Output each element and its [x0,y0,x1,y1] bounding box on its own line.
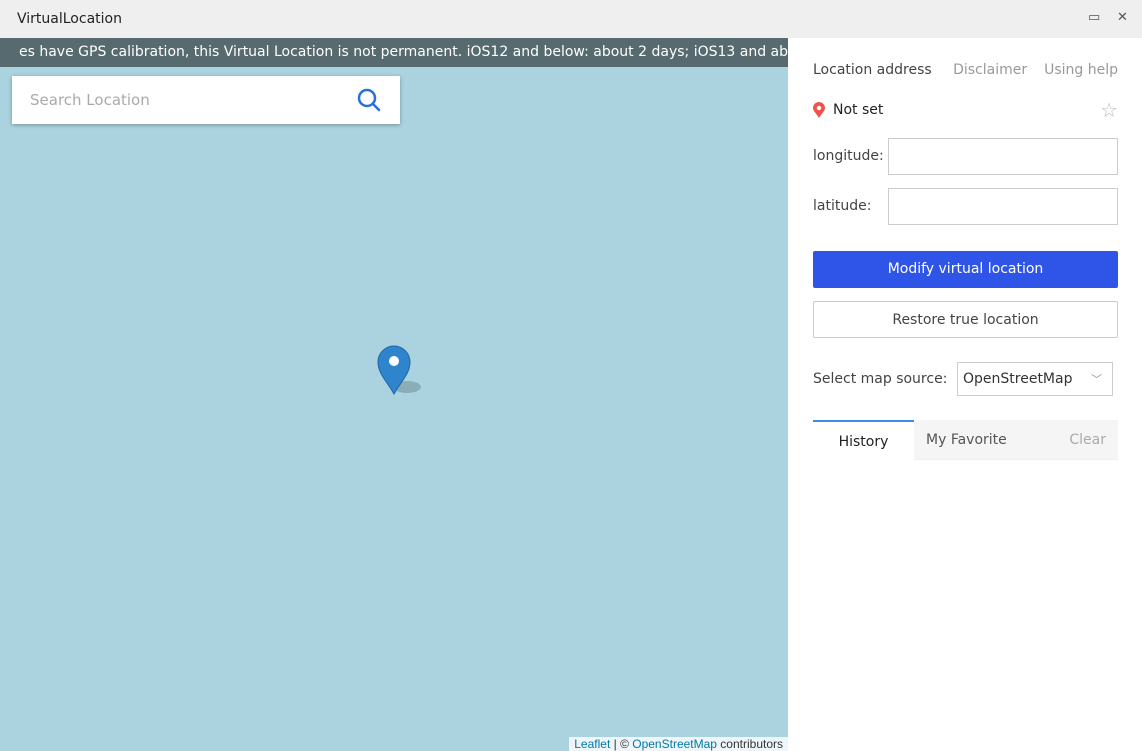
longitude-label: longitude: [813,148,884,164]
disclaimer-link[interactable]: Disclaimer [953,62,1027,78]
info-banner: es have GPS calibration, this Virtual Lo… [0,38,788,67]
latitude-input[interactable] [888,188,1118,225]
chevron-down-icon: ﹀ [1091,373,1102,386]
title-bar: VirtualLocation ▭ ✕ [0,0,1142,38]
longitude-input[interactable] [888,138,1118,175]
map-source-value: OpenStreetMap [963,371,1073,387]
map-source-label: Select map source: [813,371,948,387]
clear-button[interactable]: Clear [1069,420,1106,460]
control-panel: Location address Disclaimer Using help N… [788,38,1142,751]
leaflet-link[interactable]: Leaflet [574,737,610,751]
favorite-star-icon[interactable]: ☆ [1100,98,1118,122]
restore-location-button[interactable]: Restore true location [813,301,1118,338]
tab-my-favorite[interactable]: My Favorite [926,420,1007,460]
maximize-icon[interactable]: ▭ [1088,10,1100,25]
attribution-sep: | © [610,737,633,751]
search-icon[interactable] [356,87,382,113]
map-attribution: Leaflet | © OpenStreetMap contributors [569,737,788,751]
status-text: Not set [833,102,884,118]
location-status: Not set ☆ [813,98,1118,122]
location-pin-icon [813,101,825,118]
using-help-link[interactable]: Using help [1044,62,1118,78]
location-address-label: Location address [813,62,932,78]
map-source-select[interactable]: OpenStreetMap ﹀ [957,362,1113,396]
tab-history[interactable]: History [813,420,914,461]
modify-location-button[interactable]: Modify virtual location [813,251,1118,288]
latitude-label: latitude: [813,198,872,214]
map-marker-icon[interactable] [377,345,427,397]
map-view[interactable]: es have GPS calibration, this Virtual Lo… [0,38,788,751]
search-input[interactable] [30,91,356,109]
attribution-contributors: contributors [716,737,783,751]
search-box [12,76,400,124]
address-header: Location address Disclaimer Using help [813,62,1118,78]
osm-link[interactable]: OpenStreetMap [632,737,717,751]
history-tabs: History My Favorite Clear [813,420,1118,461]
close-icon[interactable]: ✕ [1117,10,1128,25]
window-title: VirtualLocation [17,11,122,27]
